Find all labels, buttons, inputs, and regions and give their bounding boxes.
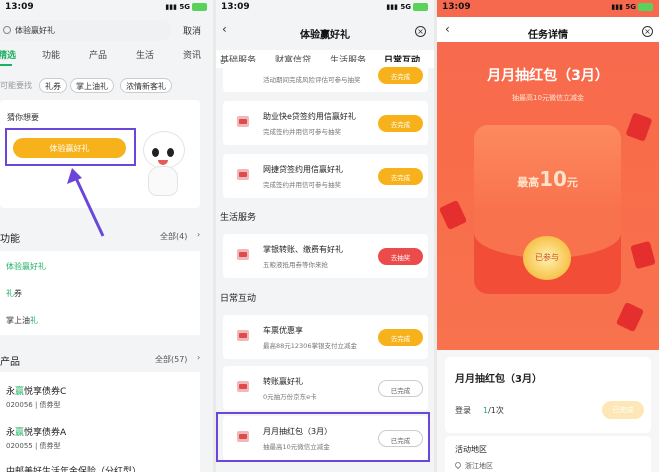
status-time: 13:09 <box>442 2 471 12</box>
task-desc: 完成签约并用信可参与抽奖 <box>263 128 341 136</box>
task-name: 转账赢好礼 <box>263 377 303 386</box>
signal-bars-icon: ▮▮▮ <box>611 3 623 11</box>
signal-indicator: ▮▮▮ 5G <box>386 3 428 11</box>
experience-screen: 13:09 ▮▮▮ 5G ‹ 体验赢好礼 × 基础服务 财富信贷 生活服务 日常… <box>216 0 434 472</box>
product-name[interactable]: 永赢悦享债券C <box>6 384 66 397</box>
product-name[interactable]: 永赢悦享债券A <box>6 425 66 438</box>
function-item[interactable]: 体验赢好礼 <box>6 261 46 272</box>
task-desc: 0元抽万份京东e卡 <box>263 393 317 401</box>
product-name-text: 悦享债券C <box>24 387 67 397</box>
function-item-text: 券 <box>14 289 22 298</box>
function-item-highlight: 体验赢好礼 <box>6 262 46 271</box>
task-action-button[interactable]: 去完成 <box>378 67 423 84</box>
close-icon[interactable]: × <box>415 26 426 37</box>
page-title: 体验赢好礼 <box>300 30 350 41</box>
task-name: 掌银转账、缴费有好礼 <box>263 245 343 254</box>
task-card: 活动期间完成风险评估可参与抽奖 去完成 <box>223 62 428 92</box>
login-progress: 1/1次 <box>483 405 504 416</box>
product-name-text: 永 <box>6 387 16 397</box>
highlight-box <box>216 412 430 462</box>
envelope-prefix: 最高 <box>517 176 540 189</box>
task-desc: 五粮液抵用券等你来抢 <box>263 261 328 269</box>
ticket-icon <box>237 330 249 341</box>
status-time: 13:09 <box>221 2 250 12</box>
network-type: 5G <box>400 3 411 11</box>
login-label: 登录 <box>455 406 471 415</box>
life-service-title: 生活服务 <box>220 213 257 223</box>
functions-title: 功能 <box>0 234 20 245</box>
function-item[interactable]: 礼券 <box>6 288 22 299</box>
products-all-link[interactable]: 全部(57) <box>155 354 187 365</box>
task-action-button[interactable]: 去完成 <box>378 168 423 185</box>
chevron-right-icon[interactable]: › <box>197 230 200 239</box>
close-icon[interactable]: × <box>642 26 653 37</box>
gift-icon <box>237 169 249 180</box>
completed-button[interactable]: 已完成 <box>602 401 644 419</box>
task-card: 掌银转账、缴费有好礼 五粮液抵用券等你来抢 去抽奖 <box>223 234 428 278</box>
medal-icon <box>237 249 249 260</box>
daily-interaction-title: 日常互动 <box>220 294 257 304</box>
location-pin-icon <box>453 460 463 470</box>
products-title: 产品 <box>0 357 20 368</box>
gift-icon <box>237 116 249 127</box>
task-desc: 最高88元12306掌银支付立减金 <box>263 342 357 350</box>
function-item[interactable]: 掌上油礼 <box>6 315 38 326</box>
signal-bars-icon: ▮▮▮ <box>386 3 398 11</box>
task-card: 网捷贷签约用信赢好礼 完成签约并用信可参与抽奖 去完成 <box>223 154 428 198</box>
task-desc: 活动期间完成风险评估可参与抽奖 <box>263 76 361 84</box>
banner-title: 月月抽红包（3月） <box>487 68 609 84</box>
status-bar: 13:09 ▮▮▮ 5G <box>216 0 434 17</box>
task-desc: 完成签约并用信可参与抽奖 <box>263 181 341 189</box>
task-detail-screen: 13:09 ▮▮▮ 5G ‹ 任务详情 × 月月抽红包（3月） 抽最高10元微信… <box>437 0 659 472</box>
envelope-value: 10 <box>539 167 567 191</box>
task-card: 转账赢好礼 0元抽万份京东e卡 已完成 <box>223 366 428 410</box>
search-screen: 13:09 ▮▮▮ 5G 体验赢好礼 取消 精选 功能 产品 生活 资讯 可能要… <box>0 0 213 472</box>
envelope-amount: 最高10元 <box>474 167 621 191</box>
task-name: 助业快e贷签约用信赢好礼 <box>263 112 356 121</box>
network-type: 5G <box>625 3 636 11</box>
progress-total: /1次 <box>488 406 504 415</box>
chevron-right-icon[interactable]: › <box>197 353 200 362</box>
task-card: 助业快e贷签约用信赢好礼 完成签约并用信可参与抽奖 去完成 <box>223 101 428 145</box>
product-name-highlight: 赢 <box>15 387 25 397</box>
signal-indicator: ▮▮▮ 5G <box>611 3 653 11</box>
envelope-unit: 元 <box>566 176 578 189</box>
area-name: 浙江地区 <box>465 462 493 470</box>
product-name[interactable]: 中邮美好生活年金保险（分红型） <box>6 464 141 472</box>
product-code: 020056 | 债券型 <box>6 401 61 409</box>
functions-all-link[interactable]: 全部(4) <box>160 231 187 242</box>
task-action-button[interactable]: 去完成 <box>378 115 423 132</box>
participated-coin-button[interactable]: 已参与 <box>523 236 571 280</box>
task-title: 月月抽红包（3月） <box>455 374 542 385</box>
area-title: 活动地区 <box>455 445 487 454</box>
product-name-text: 永 <box>6 428 16 438</box>
task-name: 车票优惠享 <box>263 326 303 335</box>
product-name-text: 悦享债券A <box>24 428 67 438</box>
task-info-card <box>445 357 651 433</box>
task-status-button[interactable]: 已完成 <box>378 380 423 397</box>
task-name: 网捷贷签约用信赢好礼 <box>263 165 343 174</box>
status-bar: 13:09 ▮▮▮ 5G <box>437 0 659 17</box>
function-item-highlight: 礼 <box>30 316 38 325</box>
task-action-button[interactable]: 去完成 <box>378 329 423 346</box>
page-title: 任务详情 <box>528 30 568 41</box>
banner-subtitle: 抽最高10元微信立减金 <box>512 94 584 102</box>
product-code: 020055 | 债券型 <box>6 442 61 450</box>
battery-icon <box>638 3 653 11</box>
area-value: 浙江地区 <box>453 460 493 471</box>
function-item-text: 掌上油 <box>6 316 30 325</box>
task-action-button[interactable]: 去抽奖 <box>378 248 423 265</box>
function-item-highlight: 礼 <box>6 289 14 298</box>
transfer-icon <box>237 381 249 392</box>
product-name-highlight: 赢 <box>15 428 25 438</box>
task-card: 车票优惠享 最高88元12306掌银支付立减金 去完成 <box>223 315 428 359</box>
battery-icon <box>413 3 428 11</box>
